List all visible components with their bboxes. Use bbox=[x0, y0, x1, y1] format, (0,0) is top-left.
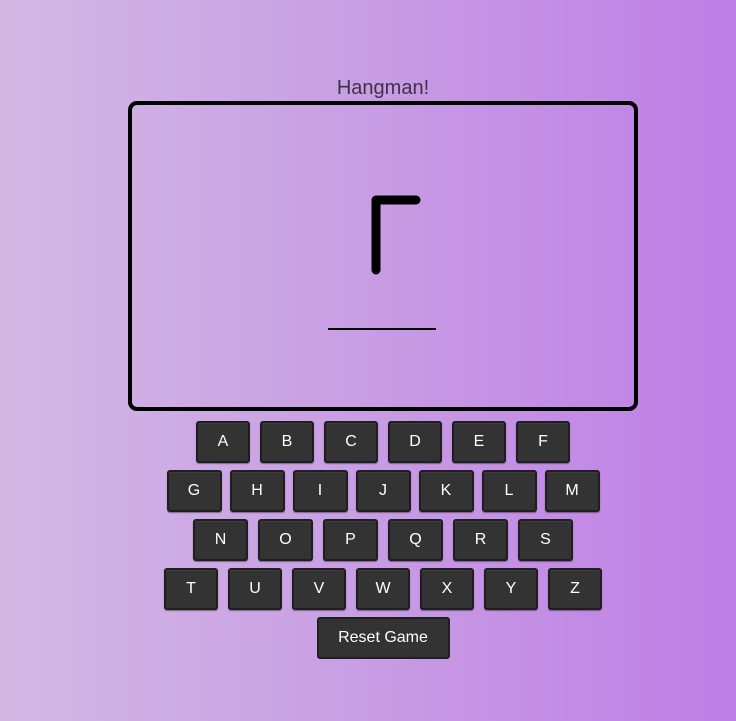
keyboard-row-3: N O P Q R S bbox=[0, 519, 736, 561]
letter-key-z[interactable]: Z bbox=[548, 568, 602, 610]
letter-key-t[interactable]: T bbox=[164, 568, 218, 610]
letter-key-b[interactable]: B bbox=[260, 421, 314, 463]
letter-key-u[interactable]: U bbox=[228, 568, 282, 610]
letter-key-x[interactable]: X bbox=[420, 568, 474, 610]
letter-key-l[interactable]: L bbox=[481, 470, 537, 512]
letter-key-a[interactable]: A bbox=[196, 421, 250, 463]
reset-game-button[interactable]: Reset Game bbox=[316, 617, 450, 659]
letter-key-y[interactable]: Y bbox=[484, 568, 538, 610]
letter-key-q[interactable]: Q bbox=[388, 519, 443, 561]
letter-key-d[interactable]: D bbox=[388, 421, 442, 463]
letter-key-p[interactable]: P bbox=[323, 519, 378, 561]
letter-key-c[interactable]: C bbox=[324, 421, 378, 463]
hangman-board bbox=[128, 101, 638, 411]
page-title: Hangman! bbox=[336, 77, 430, 99]
letter-key-v[interactable]: V bbox=[292, 568, 346, 610]
letter-key-i[interactable]: I bbox=[292, 470, 348, 512]
letter-key-r[interactable]: R bbox=[453, 519, 508, 561]
letter-key-f[interactable]: F bbox=[516, 421, 570, 463]
letter-key-h[interactable]: H bbox=[229, 470, 285, 512]
keyboard-row-4: T U V W X Y Z bbox=[0, 568, 736, 610]
letter-key-n[interactable]: N bbox=[193, 519, 248, 561]
letter-key-k[interactable]: K bbox=[418, 470, 474, 512]
letter-key-j[interactable]: J bbox=[355, 470, 411, 512]
gallows-drawing bbox=[328, 195, 436, 330]
letter-key-s[interactable]: S bbox=[518, 519, 573, 561]
gallows-post bbox=[371, 195, 421, 275]
letter-keyboard: A B C D E F G H I J K L M N O P Q R S T … bbox=[0, 421, 736, 659]
keyboard-row-2: G H I J K L M bbox=[0, 470, 736, 512]
letter-key-e[interactable]: E bbox=[452, 421, 506, 463]
reset-row: Reset Game bbox=[0, 617, 736, 659]
letter-key-g[interactable]: G bbox=[166, 470, 222, 512]
keyboard-row-1: A B C D E F bbox=[0, 421, 736, 463]
letter-key-m[interactable]: M bbox=[544, 470, 600, 512]
letter-key-w[interactable]: W bbox=[356, 568, 410, 610]
letter-key-o[interactable]: O bbox=[258, 519, 313, 561]
